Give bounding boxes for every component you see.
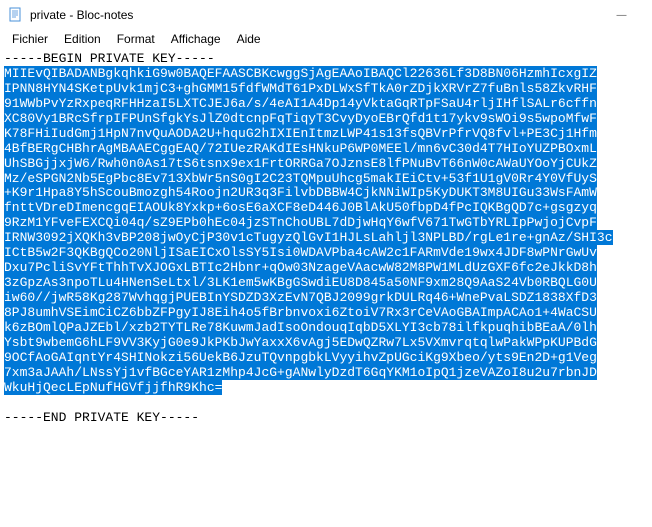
key-line: XC80Vy1BRcSfrpIFPUnSfgkYsJlZ0dtcnpFqTiqy… [4,111,597,126]
menu-file[interactable]: Fichier [4,30,56,50]
titlebar: private - Bloc-notes — [0,0,652,30]
key-line: Dxu7PcliSvYFtThhTvXJOGxLBTIc2Hbnr+qOw03N… [4,260,597,275]
key-line: 9OCfAoGAIqntYr4SHINokzi56UekB6JzuTQvnpgb… [4,350,597,365]
key-line: 3zGpzAs3npoTLu4HNenSeLtxl/3LK1em5wKBgGSw… [4,275,597,290]
key-line: 9RzM1YFveFEXCQi04q/sZ9EPb0hEc04jzSTnChoU… [4,215,597,230]
key-line: k6zBOmlQPaJZEbl/xzb2TYTLRe78KuwmJadIsoOn… [4,320,597,335]
key-line: iw60//jwR58Kg287WvhqgjPUEBInYSDZD3XzEvN7… [4,290,597,305]
menu-help[interactable]: Aide [229,30,269,50]
menu-format[interactable]: Format [109,30,163,50]
key-line: ICtB5w2F3QKBgQCo20NljISaEICxOlsSY5Isi0WD… [4,245,597,260]
key-line: IRNW3092jXQKh3vBP208jwOyCjP30v1cTugyzQlG… [4,230,613,245]
key-line: fnttVDreDImencgqEIAOUk8Yxkp+6osE6aXCF8eD… [4,200,597,215]
window-title: private - Bloc-notes [30,8,599,22]
end-marker: -----END PRIVATE KEY----- [4,410,199,425]
menu-edit[interactable]: Edition [56,30,109,50]
key-line: +K9r1Hpa8Y5hScouBmozgh54Roojn2UR3q3Filvb… [4,185,597,200]
minimize-button[interactable]: — [599,1,644,29]
key-line: 8PJ8umhVSEimCiCZ6bbZFPgyIJ8Eih4o5fBrbnvo… [4,305,597,320]
window-controls: — [599,1,644,29]
key-line: UhSBGjjxjW6/Rwh0n0As17tS6tsnx9ex1FrtORRG… [4,156,597,171]
key-line: 7xm3aJAAh/LNssYj1vfBGceYAR1zMhp4JcG+gANw… [4,365,597,380]
key-line: IPNN8HYN4SKetpUvk1mjC3+ghGMM15fdfWMdT61P… [4,81,597,96]
menubar: Fichier Edition Format Affichage Aide [0,30,652,50]
selected-text: MIIEvQIBADANBgkqhkiG9w0BAQEFAASCBKcwggSj… [4,66,613,395]
key-line: Ysbt9wbemG6hLF9VV3KyjG0e9JkPKbJwYaxxX6vA… [4,335,597,350]
key-line: WkuHjQecLEpNufHGVfjjfhR9Khc= [4,380,222,395]
key-line: 4BfBERgCHBhrAgMBAAECggEAQ/72IUezRAKdIEsH… [4,141,597,156]
key-line: 91WWbPvYzRxpeqRFHHzaI5LXTCJEJ6a/s/4eAI1A… [4,96,597,111]
key-line: K78FHiIudGmj1HpN7nvQuAODA2U+hquG2hIXIEnI… [4,126,597,141]
text-area[interactable]: -----BEGIN PRIVATE KEY----- MIIEvQIBADAN… [0,50,652,427]
notepad-icon [8,7,24,23]
menu-view[interactable]: Affichage [163,30,229,50]
begin-marker: -----BEGIN PRIVATE KEY----- [4,51,215,66]
key-line: MIIEvQIBADANBgkqhkiG9w0BAQEFAASCBKcwggSj… [4,66,597,81]
key-line: Mz/eSPGN2Nb5EgPbc8Ev713XbWr5nS0gI2C23TQM… [4,171,597,186]
